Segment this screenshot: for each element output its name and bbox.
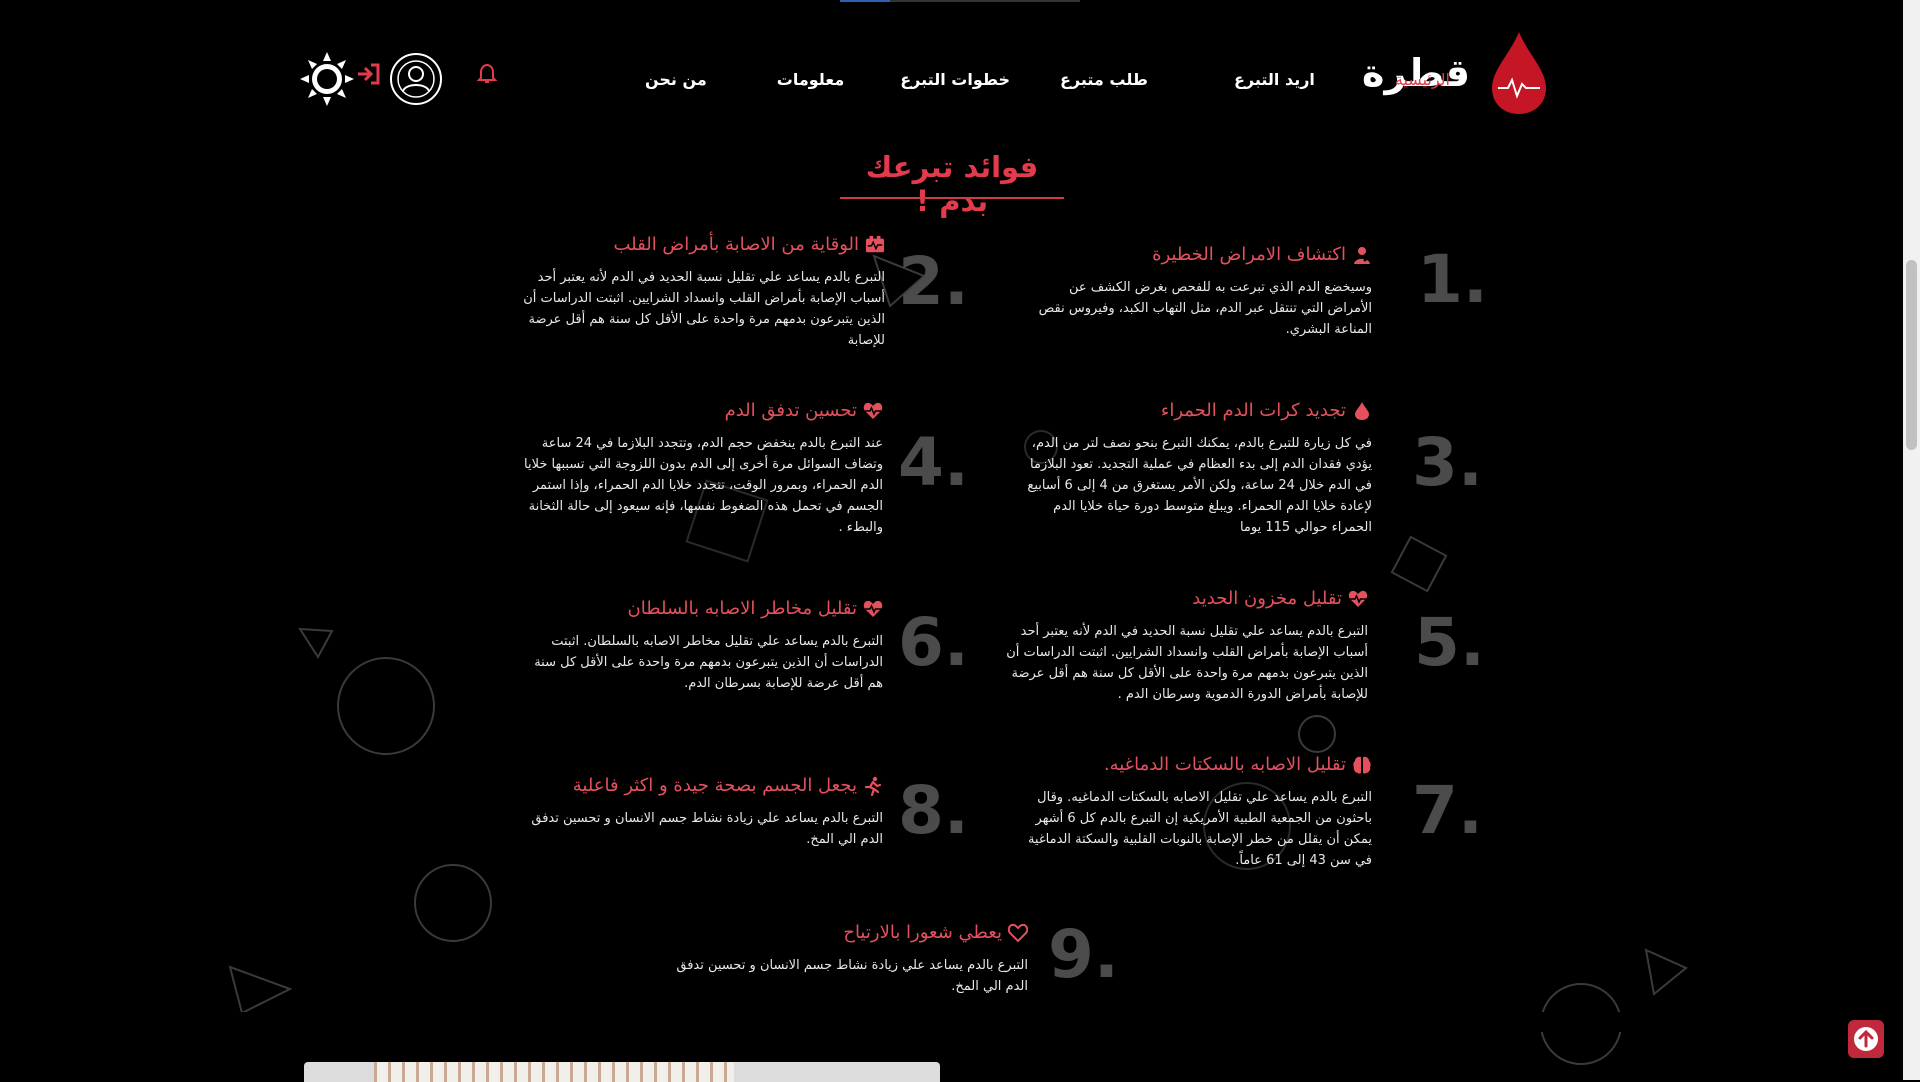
heart-outline-icon xyxy=(1008,923,1028,942)
benefit-title: يجعل الجسم بصحة جيدة و اكثر فاعلية xyxy=(572,775,857,796)
benefit-number: 2. xyxy=(898,243,969,320)
decor-circle xyxy=(414,864,492,942)
benefit-1: 1. اكتشاف الامراض الخطيرة وسيخضع الدم ال… xyxy=(1022,244,1488,340)
heart-pulse-icon xyxy=(863,600,883,617)
heart-pulse-icon xyxy=(1348,590,1368,607)
scroll-top-button[interactable] xyxy=(1848,1020,1884,1058)
benefit-heading: تقليل مخزون الحديد xyxy=(1000,588,1368,609)
benefit-heading: تقليل الاصابه بالسكتات الدماغيه. xyxy=(1008,754,1372,775)
scrollbar-thumb[interactable] xyxy=(1906,260,1917,450)
user-avatar-icon xyxy=(397,60,435,98)
heart-rate-card-icon xyxy=(865,235,885,252)
benefit-heading: يجعل الجسم بصحة جيدة و اكثر فاعلية xyxy=(513,775,883,796)
benefit-number: 6. xyxy=(898,604,969,681)
decor-triangle xyxy=(228,965,292,1015)
bell-icon[interactable] xyxy=(476,62,498,84)
benefit-number: 7. xyxy=(1412,772,1483,849)
benefit-title: تقليل مخاطر الاصابه بالسلطان xyxy=(627,598,857,619)
benefit-number: 8. xyxy=(898,772,969,849)
benefit-title: تحسين تدفق الدم xyxy=(724,400,857,421)
nav-info[interactable]: معلومات xyxy=(777,70,845,89)
nav-donation-steps[interactable]: خطوات التبرع xyxy=(900,70,1010,89)
section-bottom-mask xyxy=(0,1012,1900,1032)
benefit-3: 3. تجديد كرات الدم الحمراء في كل زيارة ل… xyxy=(1010,400,1483,538)
benefit-number: 5. xyxy=(1414,604,1485,681)
benefit-description: التبرع بالدم يساعد علي زيادة نشاط جسم ال… xyxy=(676,958,1028,994)
benefit-7: 7. تقليل الاصابه بالسكتات الدماغيه. التب… xyxy=(1008,754,1483,871)
benefit-4: 4. تحسين تدفق الدم عند التبرع بالدم ينخف… xyxy=(513,400,969,538)
benefit-description: عند التبرع بالدم ينخفض حجم الدم، وتتجدد … xyxy=(523,436,883,535)
user-doctor-icon xyxy=(1354,246,1370,264)
site-header: قطرة الرئيسية اريد التبرع طلب متبرع خطوا… xyxy=(0,0,1900,140)
benefit-8: 8. يجعل الجسم بصحة جيدة و اكثر فاعلية ال… xyxy=(513,775,969,850)
benefit-title: اكتشاف الامراض الخطيرة xyxy=(1152,244,1346,265)
arrow-up-icon xyxy=(1854,1027,1878,1051)
brain-icon xyxy=(1353,756,1371,774)
benefit-heading: تحسين تدفق الدم xyxy=(513,400,883,421)
benefit-number: 4. xyxy=(898,424,969,501)
sun-icon[interactable] xyxy=(300,52,354,106)
benefit-description: التبرع بالدم يساعد علي تقليل الاصابه بال… xyxy=(1027,790,1372,868)
benefit-5: 5. تقليل مخزون الحديد التبرع بالدم يساعد… xyxy=(1000,588,1485,705)
benefit-description: التبرع بالدم يساعد علي تقليل نسبة الحديد… xyxy=(1006,624,1368,702)
decor-triangle xyxy=(298,627,334,659)
benefit-title: تقليل الاصابه بالسكتات الدماغيه. xyxy=(1103,754,1346,775)
benefit-title: الوقاية من الاصابة بأمراض القلب xyxy=(613,234,859,255)
nav-about[interactable]: من نحن xyxy=(645,70,707,89)
benefit-heading: الوقاية من الاصابة بأمراض القلب xyxy=(518,234,885,255)
benefit-number: 9. xyxy=(1048,916,1119,993)
benefit-title: يعطي شعورا بالارتياح xyxy=(843,922,1002,943)
section-title: فوائد تبرعك بدم ! xyxy=(865,150,1039,218)
decor-circle xyxy=(337,657,435,755)
benefit-heading: اكتشاف الامراض الخطيرة xyxy=(1022,244,1372,265)
decor-circle xyxy=(1298,715,1336,753)
benefit-title: تجديد كرات الدم الحمراء xyxy=(1160,400,1346,421)
header-actions xyxy=(300,52,498,106)
title-underline xyxy=(840,197,1064,199)
benefit-2: 2. الوقاية من الاصابة بأمراض القلب التبر… xyxy=(518,234,969,351)
blood-drop-icon xyxy=(1355,401,1369,420)
benefit-title: تقليل مخزون الحديد xyxy=(1192,588,1342,609)
benefit-heading: تقليل مخاطر الاصابه بالسلطان xyxy=(525,598,883,619)
benefit-heading: تجديد كرات الدم الحمراء xyxy=(1010,400,1372,421)
user-avatar[interactable] xyxy=(390,53,442,105)
running-person-icon xyxy=(864,776,882,796)
benefit-description: في كل زيارة للتبرع بالدم، يمكنك التبرع ب… xyxy=(1027,436,1372,535)
decor-square xyxy=(1390,535,1448,593)
next-section-photo xyxy=(304,1062,940,1082)
nav-request-donor[interactable]: طلب متبرع xyxy=(1060,70,1148,89)
page-scrollbar[interactable] xyxy=(1903,0,1920,1080)
blood-drop-logo-icon xyxy=(1492,32,1546,114)
benefit-number: 3. xyxy=(1412,424,1483,501)
main-nav: الرئيسية اريد التبرع طلب متبرع خطوات الت… xyxy=(585,70,1450,89)
benefit-number: 1. xyxy=(1417,241,1488,318)
sign-in-icon[interactable] xyxy=(356,61,382,87)
decor-triangle xyxy=(1644,948,1688,996)
nav-donate[interactable]: اريد التبرع xyxy=(1234,70,1315,89)
benefit-description: التبرع بالدم يساعد علي تقليل مخاطر الاصا… xyxy=(534,634,883,691)
heart-pulse-icon xyxy=(863,402,883,419)
benefit-description: وسيخضع الدم الذي تبرعت به للفحص بغرض الك… xyxy=(1038,280,1372,337)
benefit-6: 6. تقليل مخاطر الاصابه بالسلطان التبرع ب… xyxy=(525,598,969,694)
benefit-9: 9. يعطي شعورا بالارتياح التبرع بالدم يسا… xyxy=(660,922,1119,997)
benefit-description: التبرع بالدم يساعد علي تقليل نسبة الحديد… xyxy=(523,270,885,348)
benefit-description: التبرع بالدم يساعد علي زيادة نشاط جسم ال… xyxy=(531,811,883,847)
benefit-heading: يعطي شعورا بالارتياح xyxy=(660,922,1028,943)
nav-home[interactable]: الرئيسية xyxy=(1395,70,1450,89)
